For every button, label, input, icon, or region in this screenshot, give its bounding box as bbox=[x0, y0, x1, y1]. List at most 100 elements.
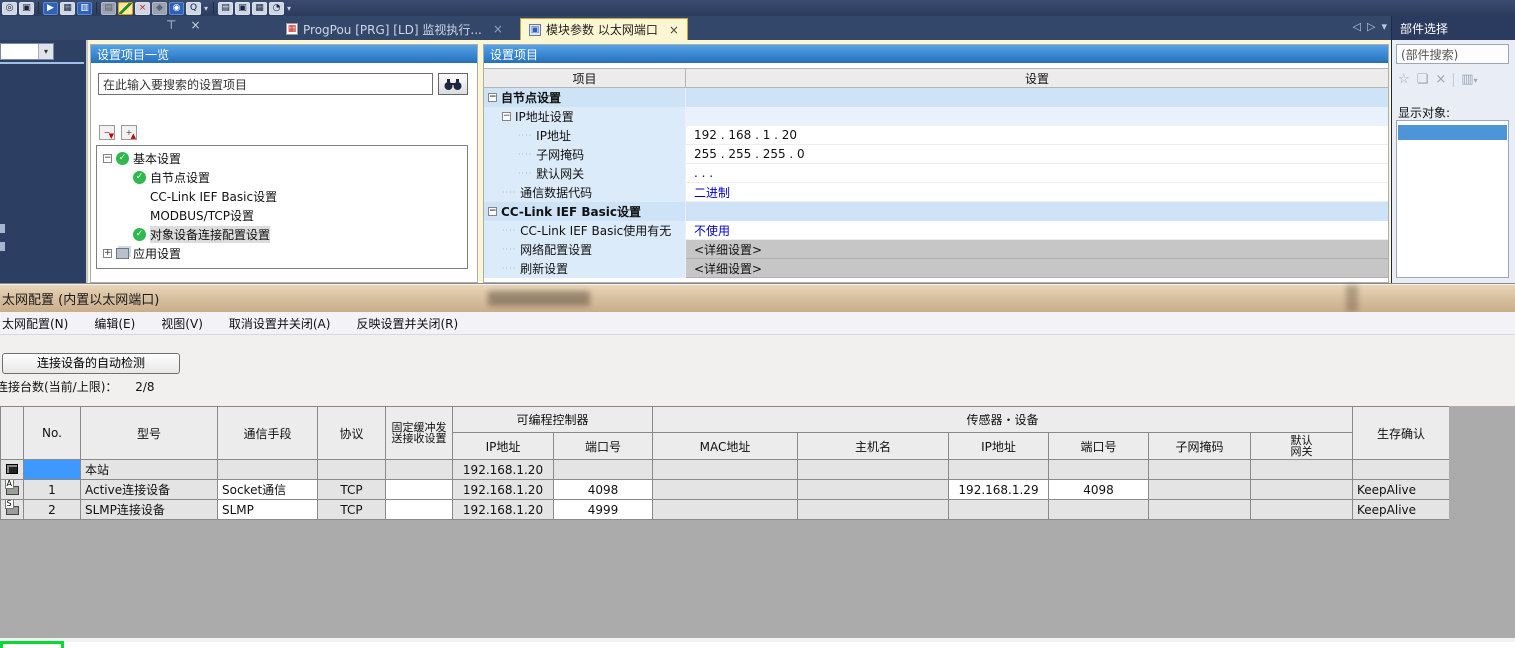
menu-edit[interactable]: 编辑(E) bbox=[94, 315, 135, 332]
settings-row-default-gateway[interactable]: ····默认网关 . . . bbox=[484, 164, 1388, 183]
cfg-cell-no[interactable]: 2 bbox=[24, 500, 81, 520]
settings-row-ip-settings[interactable]: −IP地址设置 bbox=[484, 107, 1388, 126]
component-search-input[interactable] bbox=[1396, 44, 1509, 64]
cfg-cell-model[interactable]: Active连接设备 bbox=[81, 480, 218, 500]
settings-row-cclink-section[interactable]: −CC-Link IEF Basic设置 bbox=[484, 202, 1388, 221]
cfg-cell-mac[interactable] bbox=[653, 500, 798, 520]
tab-module-parameter[interactable]: ▣ 模块参数 以太网端口 × bbox=[520, 18, 688, 40]
cfg-cell-plc-port[interactable]: 4999 bbox=[554, 500, 653, 520]
cfg-cell-ip[interactable] bbox=[949, 500, 1049, 520]
settings-search-input[interactable] bbox=[98, 73, 433, 95]
default-gateway-value[interactable]: . . . bbox=[694, 166, 713, 180]
cfg-cell-mask[interactable] bbox=[1149, 460, 1251, 480]
cfg-cell-no[interactable]: 1 bbox=[24, 480, 81, 500]
menu-cancel-and-close[interactable]: 取消设置并关闭(A) bbox=[229, 315, 331, 332]
expander-icon[interactable]: − bbox=[488, 207, 497, 216]
table-row-active-connection[interactable]: A 1 Active连接设备 Socket通信 TCP 192.168.1.20… bbox=[1, 480, 1450, 500]
settings-row-subnet-mask[interactable]: ····子网掩码 255 . 255 . 255 . 0 bbox=[484, 145, 1388, 164]
selected-list-row[interactable] bbox=[1398, 125, 1507, 140]
cfg-cell-port[interactable] bbox=[1049, 500, 1149, 520]
tree-item-own-node[interactable]: ✓ 自节点设置 bbox=[97, 168, 467, 187]
tab-close-icon[interactable]: × bbox=[669, 23, 679, 37]
cfg-cell-mac[interactable] bbox=[653, 480, 798, 500]
cfg-cell-plc-ip[interactable]: 192.168.1.20 bbox=[453, 500, 554, 520]
find-window-icon[interactable]: ▣ bbox=[19, 2, 34, 15]
favorite-star-icon[interactable]: ☆ bbox=[1398, 72, 1410, 87]
cfg-cell-host[interactable] bbox=[798, 480, 949, 500]
cfg-cell-port[interactable] bbox=[1049, 460, 1149, 480]
properties-icon[interactable]: ▤ bbox=[101, 2, 116, 15]
menu-reflect-and-close[interactable]: 反映设置并关闭(R) bbox=[356, 315, 458, 332]
cclink-use-value[interactable]: 不使用 bbox=[694, 222, 730, 239]
cfg-cell-model[interactable]: SLMP连接设备 bbox=[81, 500, 218, 520]
tree-item-cclink[interactable]: CC-Link IEF Basic设置 bbox=[97, 187, 467, 206]
cfg-cell-comm[interactable]: SLMP bbox=[218, 500, 318, 520]
detail-setting-value[interactable]: <详细设置> bbox=[694, 241, 762, 258]
user-icon[interactable]: ◔ bbox=[269, 2, 284, 15]
cfg-cell-gateway[interactable] bbox=[1251, 500, 1353, 520]
cfg-cell-mac[interactable] bbox=[653, 460, 798, 480]
menu-ethernet-config[interactable]: 太网配置(N) bbox=[2, 315, 68, 332]
toolbar-overflow-icon[interactable]: ▾ bbox=[204, 4, 208, 13]
tab-next-icon[interactable]: ▷ bbox=[1367, 20, 1375, 33]
cfg-cell-buffer[interactable] bbox=[386, 460, 453, 480]
tree-item-modbus[interactable]: MODBUS/TCP设置 bbox=[97, 206, 467, 225]
plc-station-graphic[interactable] bbox=[0, 641, 64, 648]
cfg-cell-keepalive[interactable]: KeepAlive bbox=[1353, 480, 1450, 500]
cfg-cell-port[interactable]: 4098 bbox=[1049, 480, 1149, 500]
dev-run-icon[interactable]: ▶ bbox=[43, 2, 58, 15]
cfg-cell-comm[interactable]: Socket通信 bbox=[218, 480, 318, 500]
cfg-cell-model[interactable]: 本站 bbox=[81, 460, 218, 480]
settings-row-cclink-use[interactable]: ····CC-Link IEF Basic使用有无 不使用 bbox=[484, 221, 1388, 240]
cfg-cell-plc-ip[interactable]: 192.168.1.20 bbox=[453, 460, 554, 480]
cfg-cell-mask[interactable] bbox=[1149, 500, 1251, 520]
search-button[interactable] bbox=[438, 73, 468, 95]
settings-row-comm-data-code[interactable]: ····通信数据代码 二进制 bbox=[484, 183, 1388, 202]
subnet-mask-value[interactable]: 255 . 255 . 255 . 0 bbox=[694, 147, 805, 161]
component-list[interactable] bbox=[1396, 120, 1509, 278]
cfg-cell-protocol[interactable]: TCP bbox=[318, 480, 386, 500]
window-icon[interactable]: ▦ bbox=[60, 2, 75, 15]
program-check-icon[interactable]: × bbox=[135, 2, 150, 15]
expand-all-icon[interactable]: +▲ bbox=[121, 125, 137, 140]
tab-progpou[interactable]: ▦ ProgPou [PRG] [LD] 监视执行... × bbox=[278, 18, 511, 40]
cfg-cell-protocol[interactable]: TCP bbox=[318, 500, 386, 520]
comm-data-code-value[interactable]: 二进制 bbox=[694, 184, 730, 201]
detail-setting-value[interactable]: <详细设置> bbox=[694, 260, 762, 277]
cfg-cell-host[interactable] bbox=[798, 500, 949, 520]
dev-eye-icon[interactable]: ◉ bbox=[169, 2, 184, 15]
expander-icon[interactable]: − bbox=[488, 93, 497, 102]
delete-icon[interactable]: × bbox=[1435, 72, 1446, 87]
cfg-cell-host[interactable] bbox=[798, 460, 949, 480]
dialog-title-bar[interactable]: 太网配置 (内置以太网端口) bbox=[0, 285, 1515, 312]
cfg-cell-buffer[interactable] bbox=[386, 500, 453, 520]
list-view-icon[interactable]: ▤ bbox=[218, 2, 233, 15]
tab-close-icon[interactable]: × bbox=[493, 22, 503, 36]
cfg-cell-mask[interactable] bbox=[1149, 480, 1251, 500]
tree-item-target-device[interactable]: ✓ 对象设备连接配置设置 bbox=[97, 225, 467, 244]
cfg-cell-plc-port[interactable] bbox=[554, 460, 653, 480]
cfg-cell-buffer[interactable] bbox=[386, 480, 453, 500]
expander-icon[interactable]: − bbox=[103, 154, 112, 163]
chevron-down-icon[interactable]: ▾ bbox=[38, 44, 53, 59]
cfg-cell-keepalive[interactable] bbox=[1353, 460, 1450, 480]
table-row-host-station[interactable]: 本站 192.168.1.20 bbox=[1, 460, 1450, 480]
collapse-all-icon[interactable]: −▼ bbox=[99, 125, 115, 140]
cfg-cell-gateway[interactable] bbox=[1251, 460, 1353, 480]
cfg-cell-comm[interactable] bbox=[218, 460, 318, 480]
cfg-cell-ip[interactable] bbox=[949, 460, 1049, 480]
expander-icon[interactable]: − bbox=[502, 112, 511, 121]
settings-row-ip-address[interactable]: ····IP地址 192 . 168 . 1 . 20 bbox=[484, 126, 1388, 145]
view-mode-icon[interactable]: ▥▾ bbox=[1461, 72, 1477, 87]
cfg-cell-protocol[interactable] bbox=[318, 460, 386, 480]
expander-icon[interactable]: + bbox=[103, 249, 112, 258]
settings-row-refresh[interactable]: ····刷新设置 <详细设置> bbox=[484, 259, 1388, 278]
pin-icon[interactable]: ⊤ bbox=[166, 19, 176, 31]
grid-view-icon[interactable]: ▦ bbox=[252, 2, 267, 15]
settings-row-network-config[interactable]: ····网络配置设置 <详细设置> bbox=[484, 240, 1388, 259]
menu-view[interactable]: 视图(V) bbox=[161, 315, 203, 332]
settings-row-own-node[interactable]: −自节点设置 bbox=[484, 88, 1388, 107]
window2-icon[interactable]: ▣ bbox=[235, 2, 250, 15]
close-icon[interactable]: × bbox=[190, 19, 200, 31]
dock-combobox[interactable]: ▾ bbox=[0, 43, 54, 60]
